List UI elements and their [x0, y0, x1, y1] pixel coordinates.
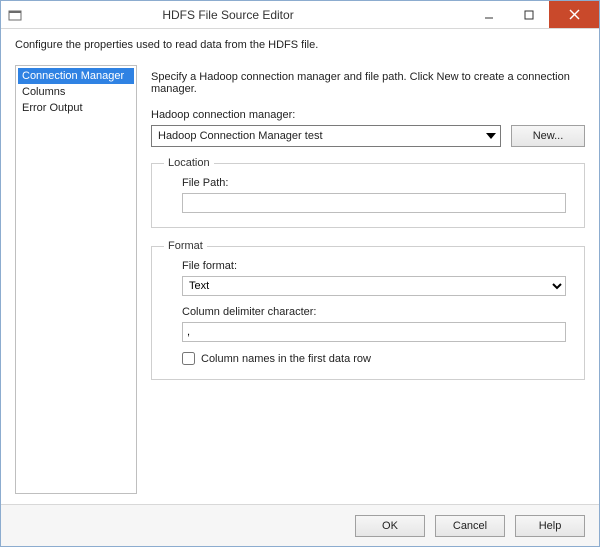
- hcm-dropdown-value: Hadoop Connection Manager test: [158, 130, 323, 142]
- delimiter-label: Column delimiter character:: [182, 306, 566, 318]
- dialog-window: HDFS File Source Editor Configure the pr…: [0, 0, 600, 547]
- hcm-label: Hadoop connection manager:: [151, 109, 585, 121]
- minimize-button[interactable]: [469, 1, 509, 28]
- new-button[interactable]: New...: [511, 125, 585, 147]
- first-row-checkbox[interactable]: [182, 352, 195, 365]
- nav-list: Connection Manager Columns Error Output: [15, 65, 137, 494]
- close-button[interactable]: [549, 1, 599, 28]
- maximize-button[interactable]: [509, 1, 549, 28]
- main-panel: Specify a Hadoop connection manager and …: [151, 65, 585, 494]
- cancel-button[interactable]: Cancel: [435, 515, 505, 537]
- nav-item-error-output[interactable]: Error Output: [18, 100, 134, 116]
- app-icon: [7, 7, 23, 23]
- window-controls: [469, 1, 599, 28]
- window-title: HDFS File Source Editor: [27, 8, 429, 22]
- dialog-body: Connection Manager Columns Error Output …: [1, 65, 599, 504]
- dialog-footer: OK Cancel Help: [1, 504, 599, 546]
- location-group: Location File Path:: [151, 157, 585, 228]
- chevron-down-icon: [486, 133, 496, 139]
- header-description: Configure the properties used to read da…: [1, 29, 599, 65]
- file-format-select[interactable]: Text: [182, 276, 566, 296]
- location-legend: Location: [164, 157, 214, 169]
- format-legend: Format: [164, 240, 207, 252]
- file-path-input[interactable]: [182, 193, 566, 213]
- file-path-label: File Path:: [182, 177, 566, 189]
- format-group: Format File format: Text Column delimite…: [151, 240, 585, 380]
- hcm-dropdown[interactable]: Hadoop Connection Manager test: [151, 125, 501, 147]
- titlebar: HDFS File Source Editor: [1, 1, 599, 29]
- delimiter-input[interactable]: [182, 322, 566, 342]
- instruction-text: Specify a Hadoop connection manager and …: [151, 71, 585, 95]
- help-button[interactable]: Help: [515, 515, 585, 537]
- nav-item-connection-manager[interactable]: Connection Manager: [18, 68, 134, 84]
- ok-button[interactable]: OK: [355, 515, 425, 537]
- file-format-label: File format:: [182, 260, 566, 272]
- first-row-label: Column names in the first data row: [201, 353, 371, 365]
- nav-item-columns[interactable]: Columns: [18, 84, 134, 100]
